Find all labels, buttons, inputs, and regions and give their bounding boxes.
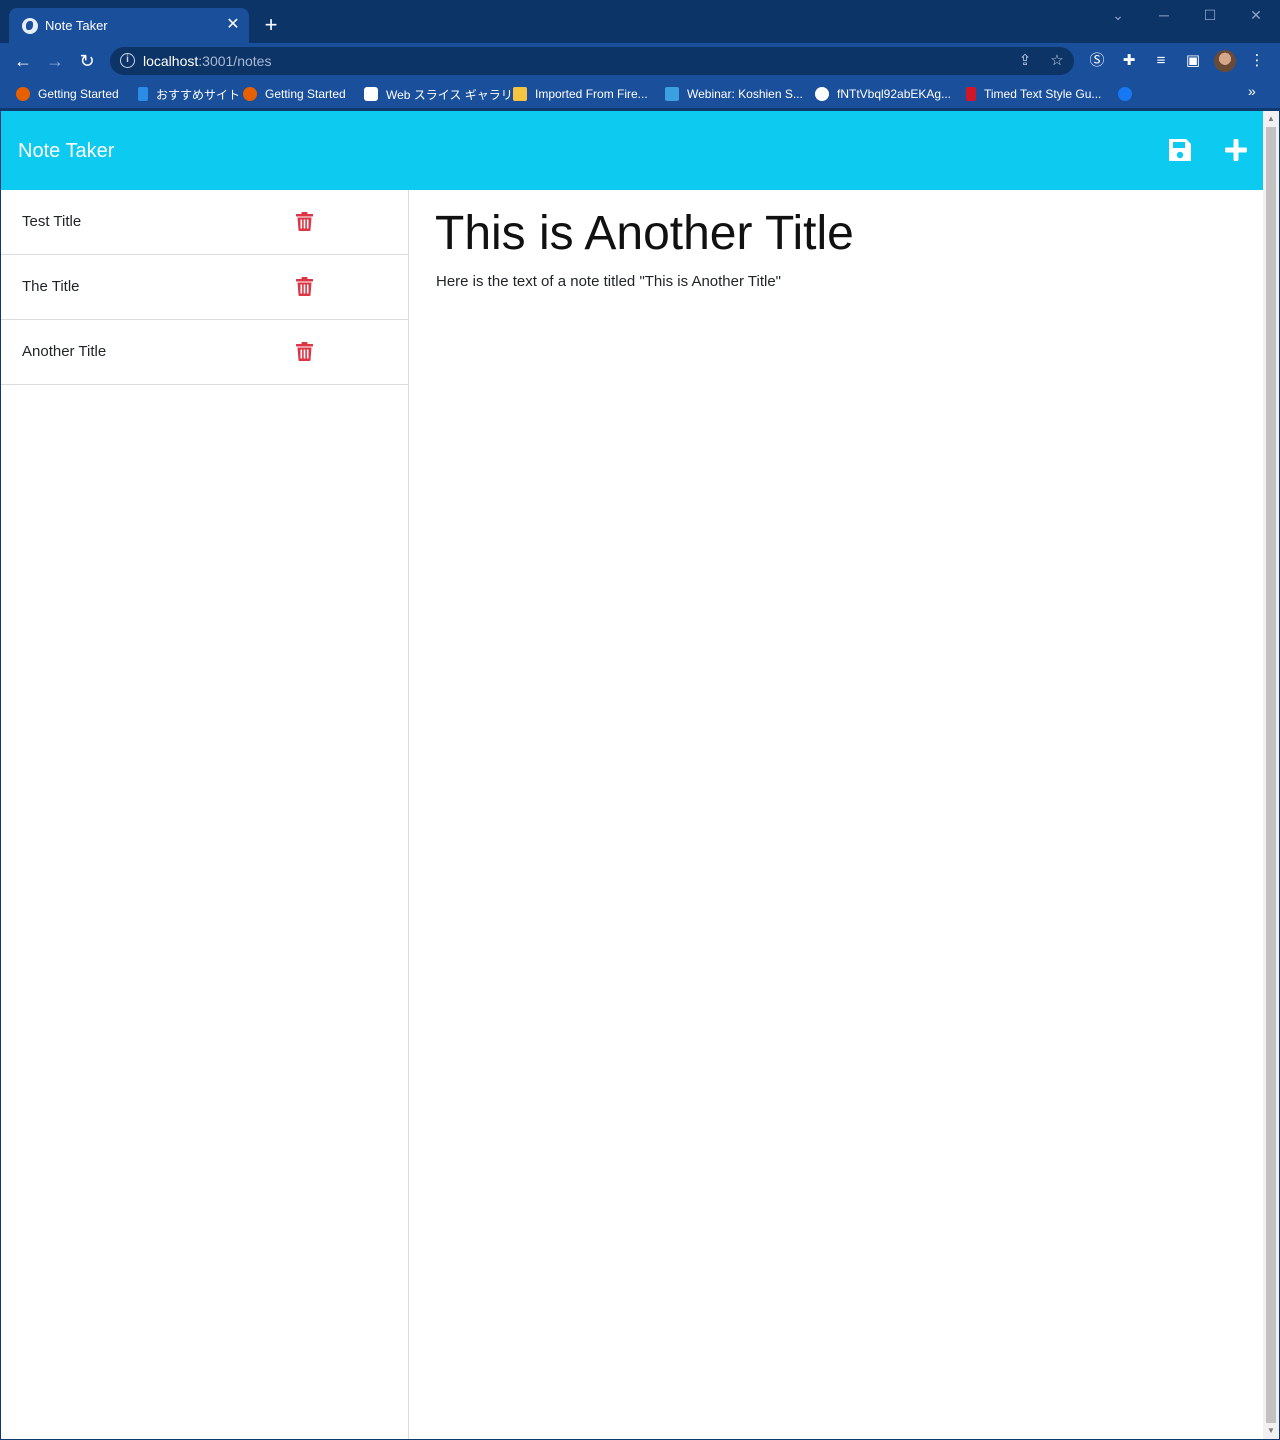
new-tab-button[interactable]: + xyxy=(259,14,283,38)
bing-icon xyxy=(138,87,148,101)
close-tab-button[interactable]: ✕ xyxy=(223,15,243,35)
menu-icon[interactable]: ⋮ xyxy=(1246,50,1268,72)
bookmark-item[interactable]: Imported From Fire... xyxy=(513,84,648,104)
note-title-field[interactable]: This is Another Title xyxy=(435,206,854,261)
bookmark-label: Webinar: Koshien S... xyxy=(687,87,803,101)
bookmarks-bar: Getting Started おすすめサイト Getting Started … xyxy=(0,79,1280,108)
new-note-icon[interactable] xyxy=(1222,136,1250,164)
star-icon[interactable]: ☆ xyxy=(1047,51,1067,71)
scroll-thumb[interactable] xyxy=(1266,127,1276,1423)
address-bar[interactable]: i localhost:3001/notes ⇪ ☆ xyxy=(110,47,1074,75)
note-view: This is Another Title Here is the text o… xyxy=(410,190,1263,1439)
note-list-title: The Title xyxy=(22,278,80,295)
url-text: localhost:3001/notes xyxy=(143,53,271,69)
bookmark-item[interactable]: fNTtVbql92abEKAg... xyxy=(815,84,951,104)
note-text-field[interactable]: Here is the text of a note titled "This … xyxy=(436,273,781,290)
bookmark-item[interactable]: おすすめサイト xyxy=(138,84,240,104)
site-info-icon[interactable]: i xyxy=(120,53,135,68)
bookmark-label: Getting Started xyxy=(38,87,119,101)
bookmark-label: Timed Text Style Gu... xyxy=(984,87,1102,101)
note-list: Test Title The Title Another Title xyxy=(1,190,409,1439)
browser-toolbar: ← → ↻ i localhost:3001/notes ⇪ ☆ Ⓢ ✚ ≡ ▣… xyxy=(0,43,1280,79)
back-icon[interactable]: ← xyxy=(11,49,35,73)
firefox-icon xyxy=(243,87,257,101)
reload-icon[interactable]: ↻ xyxy=(75,49,99,73)
share-icon[interactable]: ⇪ xyxy=(1015,51,1035,71)
bookmark-icon xyxy=(966,87,976,101)
tab-search-icon[interactable]: ⌄ xyxy=(1103,4,1133,28)
trash-icon[interactable] xyxy=(296,342,313,361)
forward-icon[interactable]: → xyxy=(43,49,67,73)
puzzle-icon[interactable]: ✚ xyxy=(1118,50,1140,72)
scroll-up-icon[interactable]: ▲ xyxy=(1263,112,1279,126)
bookmark-item[interactable]: Getting Started xyxy=(243,84,346,104)
browser-tab[interactable]: Note Taker ✕ xyxy=(9,8,249,44)
url-host: localhost xyxy=(143,53,199,69)
maximize-icon[interactable]: ☐ xyxy=(1195,4,1225,28)
note-list-title: Another Title xyxy=(22,343,107,360)
url-path: :3001/notes xyxy=(198,53,272,69)
trash-icon[interactable] xyxy=(296,277,313,296)
bookmark-item[interactable]: Timed Text Style Gu... xyxy=(966,84,1101,104)
firefox-icon xyxy=(16,87,30,101)
app-navbar: Note Taker xyxy=(1,111,1263,190)
tab-title: Note Taker xyxy=(45,18,108,33)
media-icon[interactable]: ≡ xyxy=(1150,50,1172,72)
bookmark-item[interactable]: Web スライス ギャラリー xyxy=(364,84,525,104)
bookmark-label: Imported From Fire... xyxy=(535,87,648,101)
bookmark-item[interactable] xyxy=(1118,84,1140,104)
note-list-title: Test Title xyxy=(22,213,82,230)
list-item[interactable]: The Title xyxy=(1,255,408,320)
bookmark-icon xyxy=(665,87,679,101)
bookmarks-overflow-icon[interactable]: » xyxy=(1248,83,1256,99)
avatar[interactable] xyxy=(1214,50,1236,72)
save-note-icon[interactable] xyxy=(1166,136,1194,164)
bookmark-label: fNTtVbql92abEKAg... xyxy=(837,87,952,101)
list-item[interactable]: Another Title xyxy=(1,320,408,385)
scroll-down-icon[interactable]: ▼ xyxy=(1263,1424,1279,1438)
ie-icon xyxy=(364,87,378,101)
bookmark-item[interactable]: Webinar: Koshien S... xyxy=(665,84,803,104)
page-viewport: Note Taker Test Title The Title Another … xyxy=(1,111,1263,1439)
minimize-icon[interactable]: ─ xyxy=(1149,4,1179,28)
bookmark-item[interactable]: Getting Started xyxy=(16,84,119,104)
trash-icon[interactable] xyxy=(296,212,313,231)
close-window-icon[interactable]: ✕ xyxy=(1241,4,1271,28)
bookmark-label: おすすめサイト xyxy=(156,87,241,102)
extension-s-icon[interactable]: Ⓢ xyxy=(1086,50,1108,72)
globe-icon xyxy=(22,18,38,34)
bookmark-label: Web スライス ギャラリー xyxy=(386,87,525,102)
bookmark-label: Getting Started xyxy=(265,87,346,101)
page-scrollbar[interactable]: ▲ ▼ xyxy=(1263,111,1279,1439)
side-panel-icon[interactable]: ▣ xyxy=(1182,50,1204,72)
browser-tab-strip: Note Taker ✕ + ⌄ ─ ☐ ✕ xyxy=(0,0,1280,44)
facebook-icon xyxy=(1118,87,1132,101)
globe-icon xyxy=(815,87,829,101)
app-brand[interactable]: Note Taker xyxy=(18,140,114,163)
folder-icon xyxy=(513,87,527,101)
list-item[interactable]: Test Title xyxy=(1,190,408,255)
